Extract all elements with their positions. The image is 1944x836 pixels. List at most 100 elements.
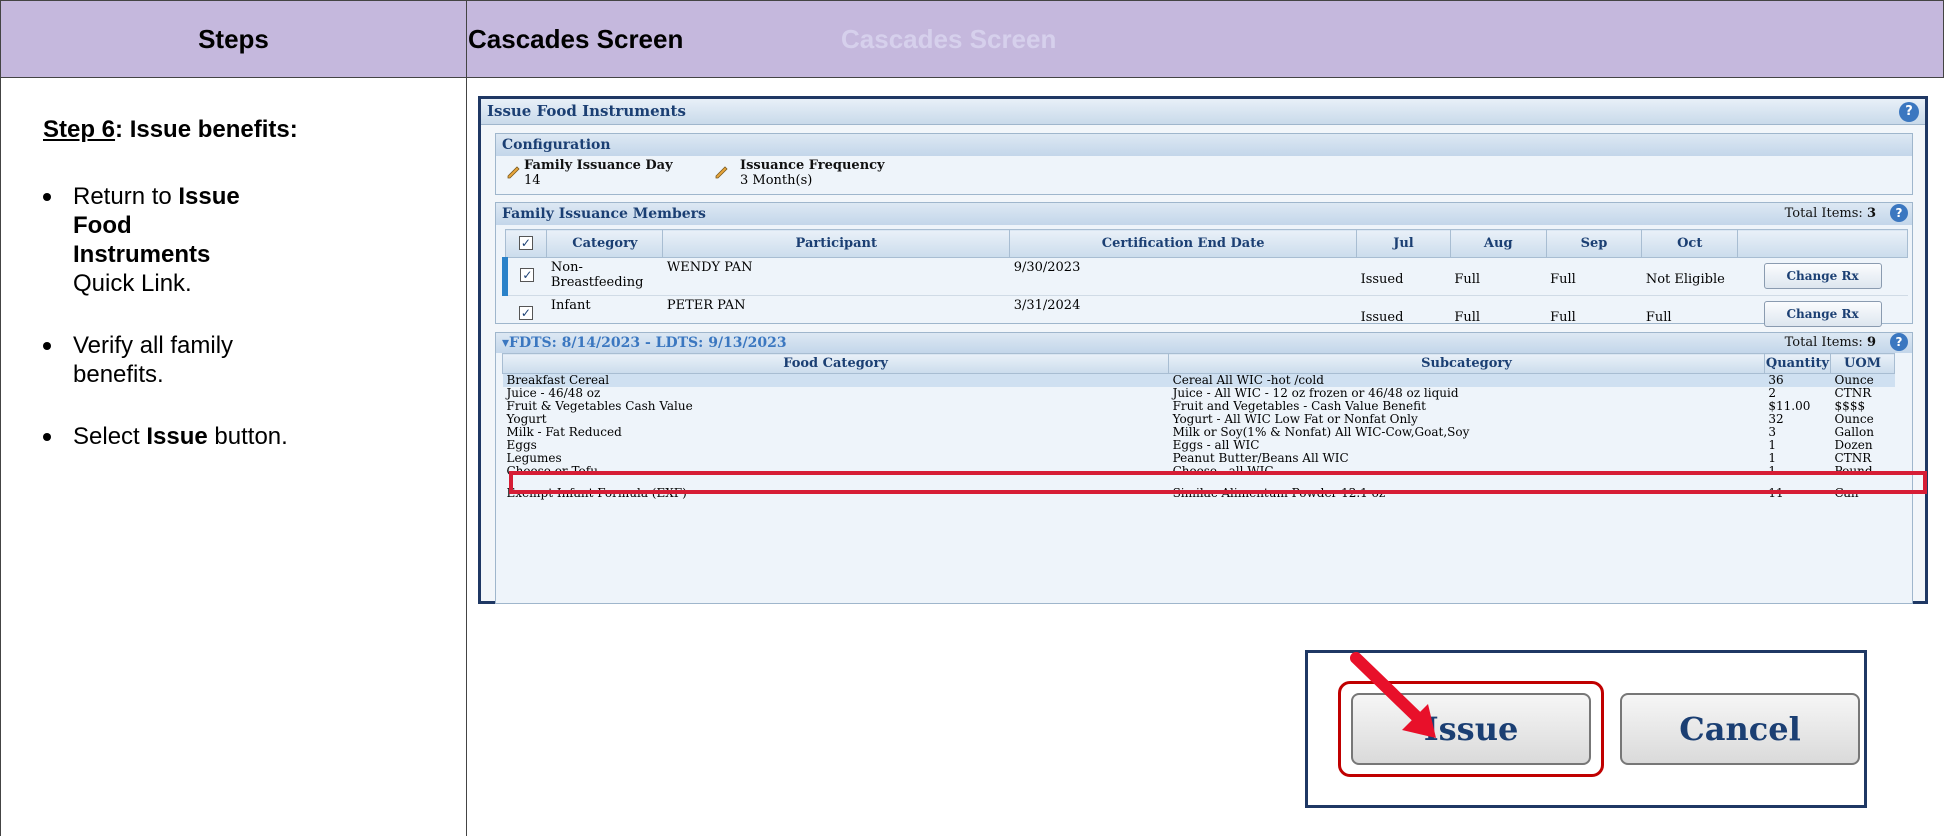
member-oct: Not Eligible: [1641, 257, 1738, 296]
members-total-label: Total Items:: [1784, 206, 1863, 221]
family-day-value: 14: [524, 173, 541, 188]
food-category-cell: Exempt Infant Formula (EXF): [506, 485, 687, 500]
issuance-frequency[interactable]: Issuance Frequency 3 Month(s): [714, 158, 885, 188]
subcategory-cell: Peanut Butter/Beans All WIC: [1172, 451, 1349, 465]
fdts-panel: ▾FDTS: 8/14/2023 - LDTS: 9/13/2023 Total…: [495, 332, 1913, 604]
change-rx-button[interactable]: Change Rx: [1763, 263, 1882, 289]
members-title: Family Issuance Members: [502, 206, 706, 222]
members-title-bar: Family Issuance Members Total Items: 3 ?: [496, 203, 1912, 225]
fdts-total-label: Total Items:: [1784, 335, 1863, 350]
instruction-text: Verify all family benefits.: [73, 332, 234, 388]
cancel-button[interactable]: Cancel: [1620, 693, 1860, 765]
subcategory-cell: Cheese - all WIC: [1172, 465, 1274, 478]
member-jul: Issued: [1356, 257, 1451, 296]
col-subcategory: Subcategory: [1168, 353, 1765, 374]
col-cert-end: Certification End Date: [1009, 229, 1358, 258]
instruction-text: Quick Link.: [73, 270, 192, 297]
quantity-cell: 1: [1768, 465, 1777, 478]
configuration-title: Configuration: [496, 134, 1912, 156]
food-table-body: Breakfast Cereal Cereal All WIC -hot /col…: [502, 373, 1895, 503]
instruction-text: Return to: [73, 183, 179, 210]
food-category-cell: Fruit & Vegetables Cash Value: [506, 399, 693, 413]
instruction-item: Verify all family benefits.: [43, 331, 263, 389]
family-issuance-day[interactable]: Family Issuance Day 14: [506, 158, 673, 188]
fdts-total-value: 9: [1866, 335, 1876, 350]
issue-food-instruments-window: Issue Food Instruments ? Configuration F…: [478, 96, 1928, 604]
member-sep: Full: [1546, 257, 1642, 296]
screen-header-ghost: Cascades Screen: [841, 24, 1057, 54]
instruction-list: Return to Issue Food Instruments Quick L…: [43, 182, 443, 484]
food-category-cell: Cheese or Tofu: [506, 465, 598, 478]
change-rx-button[interactable]: Change Rx: [1763, 301, 1882, 327]
members-table: ✓ Category Participant Certification End…: [502, 229, 1908, 334]
table-row[interactable]: Exempt Infant Formula (EXF) Similac Alime…: [503, 478, 1895, 502]
family-members-panel: Family Issuance Members Total Items: 3 ?…: [495, 202, 1913, 334]
member-category: Infant: [546, 295, 663, 334]
member-category: Non-Breastfeeding: [546, 257, 663, 296]
table-row[interactable]: ✓ Non-Breastfeeding WENDY PAN 9/30/2023 …: [502, 257, 1908, 296]
frequency-label: Issuance Frequency: [740, 158, 885, 173]
member-cert-end: 9/30/2023: [1009, 257, 1357, 296]
member-cert-end: 3/31/2024: [1009, 295, 1357, 334]
member-jul: Issued: [1356, 295, 1451, 334]
table-row[interactable]: Breakfast Cereal Cereal All WIC -hot /col…: [502, 373, 1895, 387]
screen-header: Cascades Screen: [468, 24, 684, 54]
help-icon[interactable]: ?: [1890, 204, 1908, 222]
fdts-title: ▾FDTS: 8/14/2023 - LDTS: 9/13/2023: [502, 335, 787, 351]
help-icon[interactable]: ?: [1899, 102, 1919, 122]
uom-cell: Pound: [1834, 465, 1873, 478]
members-total: Total Items: 3: [1785, 203, 1876, 225]
col-quantity: Quantity: [1763, 353, 1832, 374]
steps-header: Steps: [1, 1, 467, 79]
uom-cell: Ounce: [1834, 373, 1874, 387]
window-title: Issue Food Instruments: [487, 102, 686, 120]
step-number: Step 6: [43, 116, 116, 143]
food-category-cell: Legumes: [506, 451, 562, 465]
member-participant: PETER PAN: [662, 295, 1010, 334]
col-food-category: Food Category: [501, 353, 1170, 374]
help-icon[interactable]: ?: [1890, 333, 1908, 351]
family-day-label: Family Issuance Day: [524, 158, 673, 173]
table-row[interactable]: ✓ Infant PETER PAN 3/31/2024 Issued Full…: [505, 295, 1908, 334]
checkbox-icon[interactable]: ✓: [520, 268, 535, 282]
col-uom: UOM: [1830, 353, 1895, 374]
checkbox-icon[interactable]: ✓: [518, 306, 533, 320]
fdts-title-bar[interactable]: ▾FDTS: 8/14/2023 - LDTS: 9/13/2023 Total…: [496, 333, 1912, 353]
uom-cell: Can: [1834, 485, 1859, 500]
instruction-item: Return to Issue Food Instruments Quick L…: [43, 182, 243, 298]
food-category-cell: Milk - Fat Reduced: [506, 425, 622, 439]
instruction-text: Select: [73, 423, 147, 450]
table-header-row: Steps Cascades Screen Cascades Screen: [0, 0, 1944, 79]
table-row[interactable]: Cheese or Tofu Cheese - all WIC 1 Pound: [503, 465, 1895, 478]
select-all-header[interactable]: ✓: [504, 229, 548, 258]
members-header-row: ✓ Category Participant Certification End…: [504, 229, 1908, 258]
member-aug: Full: [1450, 295, 1547, 334]
table-row[interactable]: Legumes Peanut Butter/Beans All WIC 1 CTNR: [503, 452, 1895, 465]
member-sep: Full: [1546, 295, 1642, 334]
window-title-bar: Issue Food Instruments ?: [481, 99, 1925, 125]
col-aug: Aug: [1449, 229, 1547, 258]
col-oct: Oct: [1641, 229, 1739, 258]
quantity-cell: 11: [1768, 485, 1784, 500]
col-jul: Jul: [1356, 229, 1451, 258]
uom-cell: CTNR: [1834, 451, 1872, 465]
pencil-icon: [715, 166, 728, 179]
instruction-text: button.: [207, 423, 288, 450]
food-header-row: Food Category Subcategory Quantity UOM: [501, 353, 1895, 374]
step-title-text: : Issue benefits:: [115, 116, 298, 143]
col-category: Category: [546, 229, 664, 258]
red-arrow-icon: [1350, 652, 1436, 738]
subcategory-cell: Similac Alimentum Powder 12.1 oz: [1172, 485, 1386, 500]
quantity-cell: 1: [1768, 451, 1777, 465]
col-participant: Participant: [662, 229, 1011, 258]
food-category-cell: Eggs: [506, 438, 537, 452]
members-total-value: 3: [1866, 206, 1876, 221]
food-category-cell: Breakfast Cereal: [506, 373, 610, 387]
instruction-bold: Issue: [146, 423, 208, 450]
frequency-value: 3 Month(s): [740, 173, 813, 188]
member-aug: Full: [1450, 257, 1547, 296]
checkbox-icon[interactable]: ✓: [518, 236, 533, 250]
quantity-cell: 36: [1768, 373, 1784, 387]
pencil-icon: [507, 166, 520, 179]
step-title: Step 6: Issue benefits:: [43, 116, 298, 144]
